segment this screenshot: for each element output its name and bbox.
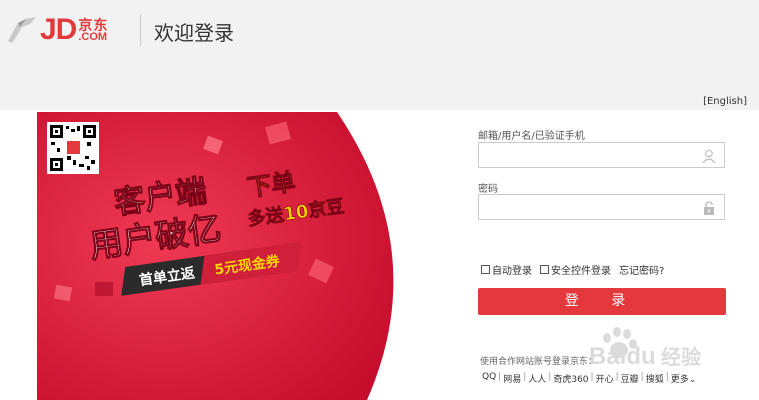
account-input[interactable] — [485, 144, 699, 168]
watermark-cn: 经验 — [661, 345, 701, 369]
account-label: 邮箱/用户名/已验证手机 — [478, 131, 585, 142]
auto-login-label: 自动登录 — [492, 266, 532, 277]
header-divider — [140, 14, 141, 46]
partner-link-qq[interactable]: QQ — [480, 372, 498, 385]
jd-logo[interactable]: JD 京东 .COM — [6, 10, 108, 50]
logo-com-text: .COM — [78, 30, 108, 43]
english-link[interactable]: [English] — [703, 96, 747, 107]
page-title: 欢迎登录 — [154, 21, 234, 45]
logo-cn-text: 京东 — [78, 16, 109, 33]
lock-icon — [704, 201, 714, 215]
account-field[interactable] — [478, 142, 725, 168]
login-options: 自动登录 安全控件登录 忘记密码? — [481, 262, 664, 277]
auto-login-checkbox[interactable] — [481, 265, 490, 274]
auto-login-option[interactable]: 自动登录 — [481, 262, 532, 277]
jd-dog-icon — [8, 17, 36, 43]
page-header: JD 京东 .COM 欢迎登录 — [0, 0, 759, 62]
user-icon — [702, 149, 716, 164]
partner-link-renren[interactable]: 人人 — [526, 372, 548, 385]
partner-login-text: 使用合作网站账号登录京东： — [480, 357, 598, 367]
login-button[interactable]: 登 录 — [478, 288, 726, 315]
secure-login-checkbox[interactable] — [540, 265, 549, 274]
watermark-brand: Baidu — [589, 343, 656, 370]
partner-link-163[interactable]: 网易 — [501, 372, 523, 385]
qr-code-image — [47, 122, 99, 174]
password-field[interactable] — [478, 194, 725, 220]
baidu-watermark: Baidu 经验 — [585, 318, 725, 378]
password-input[interactable] — [485, 196, 699, 220]
top-band — [0, 62, 759, 110]
secure-login-option[interactable]: 安全控件登录 — [540, 262, 611, 277]
logo-jd-text: JD — [40, 13, 77, 46]
forgot-password-link[interactable]: 忘记密码? — [619, 262, 664, 277]
secure-login-label: 安全控件登录 — [551, 266, 611, 277]
password-label: 密码 — [478, 184, 498, 195]
promo-banner[interactable]: 客户端 用户破亿 下单 多送10京豆 首单立返 5元现金券 — [37, 112, 412, 400]
